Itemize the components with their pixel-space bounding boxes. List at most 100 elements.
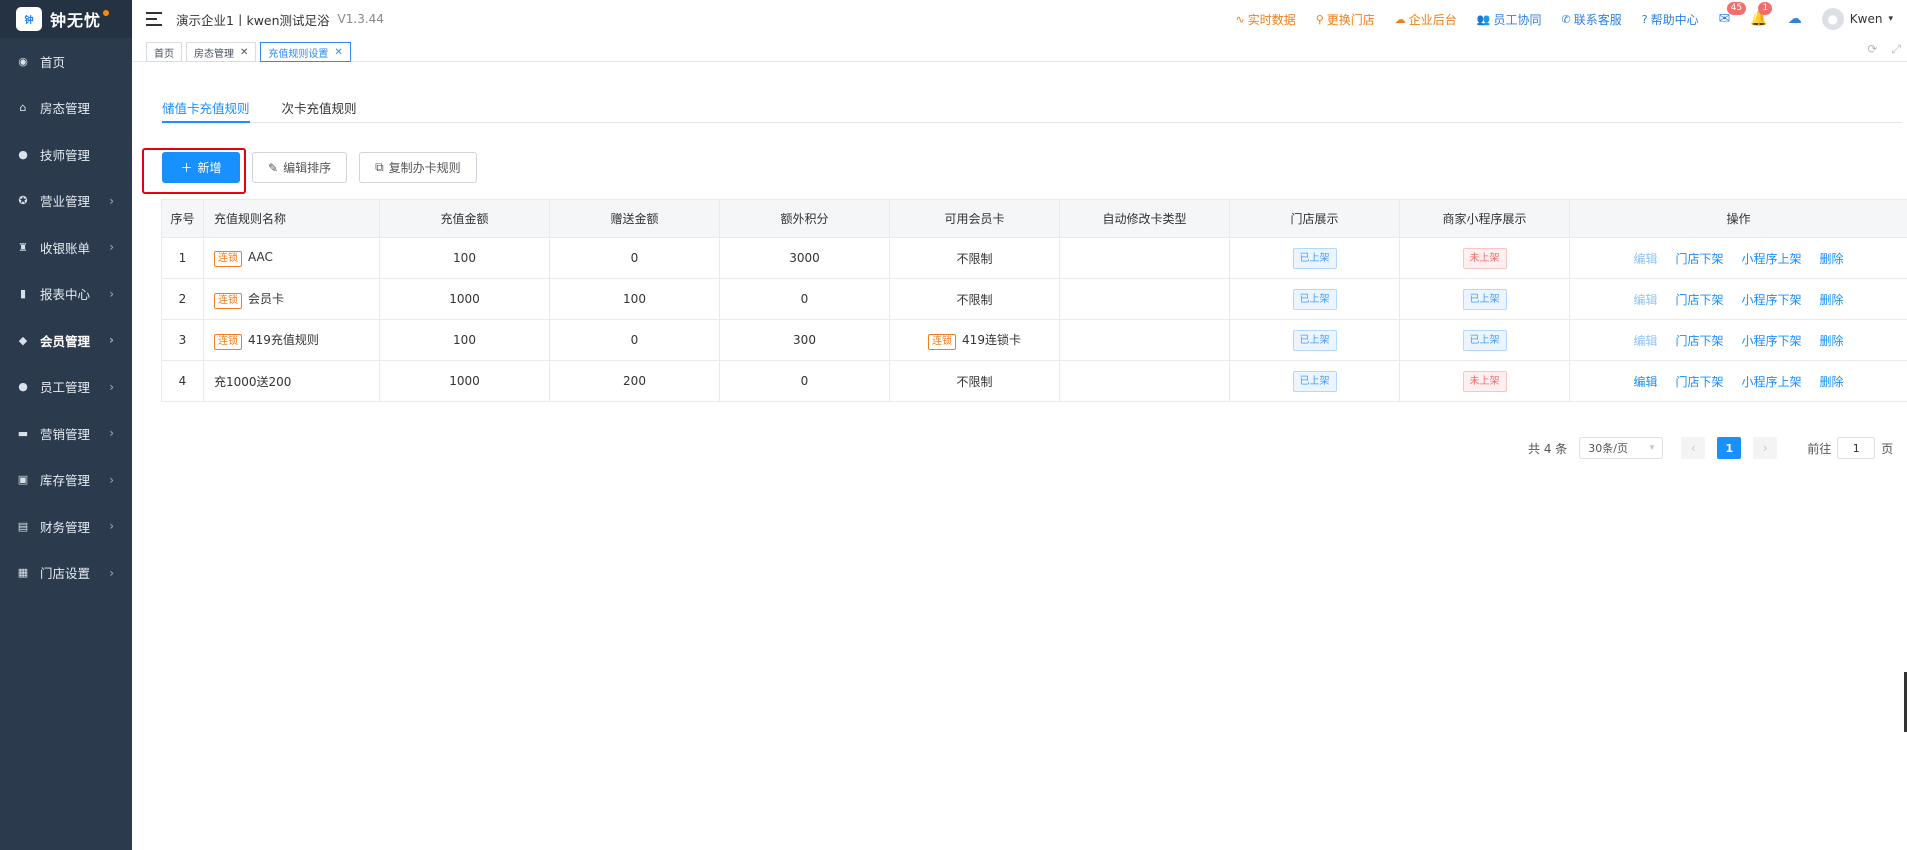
logo-dot-icon [103,10,110,16]
table-cell: 已上架 [1399,278,1570,320]
table-body: 1 连锁 AAC 100 0 3000 不限制 已上架 未上架 编辑 门店下架 小程序上架 删除 2 连锁会… [161,237,1907,402]
sidebar-item-7[interactable]: ● 员工管理 › [0,364,132,411]
chevron-right-icon: › [109,426,114,441]
store-toggle-link[interactable]: 门店下架 [1675,250,1723,267]
table-cell: 不限制 [889,237,1060,279]
sidebar-item-11[interactable]: ▦ 门店设置 › [0,550,132,597]
user-menu[interactable]: ● Kwen ▾ [1821,8,1893,30]
miniprogram-toggle-link[interactable]: 小程序上架 [1742,250,1802,267]
edit-sort-button[interactable]: ✎ 编辑排序 [252,152,348,183]
sidebar-item-8[interactable]: ▬ 营销管理 › [0,410,132,457]
member-card: 419连锁卡 [962,332,1021,347]
plus-icon: ＋ [180,161,193,175]
sidebar-item-label: 房态管理 [40,101,91,117]
goto-page: 前往 页 [1807,437,1893,459]
sidebar-item-label: 营销管理 [40,426,91,442]
store-toggle-link[interactable]: 门店下架 [1675,291,1723,308]
delete-link[interactable]: 删除 [1820,332,1844,349]
table-cell [1059,319,1230,361]
table-cell: 1000 [379,278,550,320]
sidebar-item-2[interactable]: ● 技师管理 [0,131,132,178]
edit-link[interactable]: 编辑 [1633,250,1657,267]
header-link-0[interactable]: ∿ 实时数据 [1235,11,1295,28]
table-cell: 100 [379,237,550,279]
edit-link[interactable]: 编辑 [1633,373,1657,390]
store-status-badge: 已上架 [1292,288,1337,310]
add-button-label: 新增 [197,161,222,175]
table-cell: 100 [379,319,550,361]
add-button[interactable]: ＋ 新增 [162,152,240,183]
delete-link[interactable]: 删除 [1820,373,1844,390]
sidebar-item-3[interactable]: ✪ 营业管理 › [0,178,132,225]
table-row: 1 连锁 AAC 100 0 3000 不限制 已上架 未上架 编辑 门店下架 小程序上架 删除 [161,237,1907,279]
pen-icon: ✎ [268,160,279,175]
logo[interactable]: 钟 钟无忧 [0,0,132,38]
miniprogram-toggle-link[interactable]: 小程序下架 [1742,291,1802,308]
menu-toggle-icon[interactable] [146,12,162,26]
chevron-right-icon: › [109,379,114,394]
rule-tab-1[interactable]: 次卡充值规则 [282,98,357,122]
close-icon[interactable]: ✕ [240,47,248,58]
row-index: 1 [178,251,187,265]
edit-link[interactable]: 编辑 [1633,291,1657,308]
header-link-4[interactable]: ✆ 联系客服 [1562,11,1622,28]
extra-points: 300 [793,333,816,347]
column-header: 可用会员卡 [889,199,1060,238]
header-link-3[interactable]: 👥 员工协同 [1477,11,1542,28]
table-cell: 未上架 [1399,237,1570,279]
bell-icon[interactable]: 🔔 1 [1750,2,1773,27]
member-card: 不限制 [956,251,993,266]
gift-amount: 0 [630,251,639,265]
grid-icon: ▦ [17,566,29,580]
sidebar-item-4[interactable]: ♜ 收银账单 › [0,224,132,271]
row-index: 4 [178,374,187,388]
header-link-1[interactable]: ⚲ 更换门店 [1316,11,1375,28]
rule-type-tabs: 储值卡充值规则 次卡充值规则 [162,98,1902,123]
table-cell: 4 [161,360,204,402]
page-number-current[interactable]: 1 [1717,437,1742,459]
header-link-5[interactable]: ? 帮助中心 [1642,11,1699,28]
next-page-button[interactable]: › [1753,437,1778,459]
sidebar-item-5[interactable]: ▮ 报表中心 › [0,271,132,318]
store-toggle-link[interactable]: 门店下架 [1675,373,1723,390]
header-link-label: 更换门店 [1326,12,1375,27]
sidebar-item-10[interactable]: ▤ 财务管理 › [0,503,132,550]
mail-icon[interactable]: ✉ 45 [1719,2,1747,27]
close-icon[interactable]: ✕ [334,47,342,58]
gift-amount: 100 [623,292,646,306]
miniprogram-toggle-link[interactable]: 小程序上架 [1742,373,1802,390]
bar-chart-icon: ▮ [19,287,27,301]
visited-tab-1[interactable]: 房态管理 ✕ [186,42,257,62]
sidebar-item-6[interactable]: ◆ 会员管理 › [0,317,132,364]
member-card: 不限制 [956,374,993,389]
visited-tab-2[interactable]: 充值规则设置 ✕ [260,42,351,62]
fullscreen-icon[interactable]: ⤢ [1891,42,1901,57]
page-size-select[interactable]: 30条/页 ▾ [1579,437,1664,459]
store-status-badge: 已上架 [1292,329,1337,351]
sidebar-item-1[interactable]: ⌂ 房态管理 [0,85,132,132]
prev-page-button[interactable]: ‹ [1681,437,1706,459]
rule-tab-0[interactable]: 储值卡充值规则 [162,98,250,123]
goto-page-input[interactable] [1837,437,1876,459]
brand-name: 钟无忧 [50,11,102,30]
header-link-2[interactable]: ☁ 企业后台 [1395,11,1457,28]
team-icon: 👥 [1476,12,1491,26]
rules-table: 序号 充值规则名称 充值金额 赠送金额 额外积分 可用会员卡 自动修改卡类型 门店展示 商家小程… [161,199,1907,402]
copy-rules-button[interactable]: ⧉ 复制办卡规则 [359,152,477,183]
edit-link[interactable]: 编辑 [1633,332,1657,349]
miniprogram-status-badge: 未上架 [1462,247,1507,269]
sidebar-item-0[interactable]: ◉ 首页 [0,38,132,85]
copy-icon: ⧉ [375,160,384,174]
delete-link[interactable]: 删除 [1820,291,1844,308]
visited-tab-0[interactable]: 首页 [146,42,182,62]
miniprogram-toggle-link[interactable]: 小程序下架 [1742,332,1802,349]
refresh-icon[interactable]: ⟳ [1867,42,1877,57]
table-cell: 100 [549,278,720,320]
sidebar-item-9[interactable]: ▣ 库存管理 › [0,457,132,504]
cloud-sync-icon[interactable]: ☁ [1788,11,1802,27]
chain-tag: 连锁 [214,250,242,267]
table-cell: 连锁 419连锁卡 [889,319,1060,361]
store-toggle-link[interactable]: 门店下架 [1675,332,1723,349]
delete-link[interactable]: 删除 [1820,250,1844,267]
table-cell: 已上架 [1229,319,1400,361]
